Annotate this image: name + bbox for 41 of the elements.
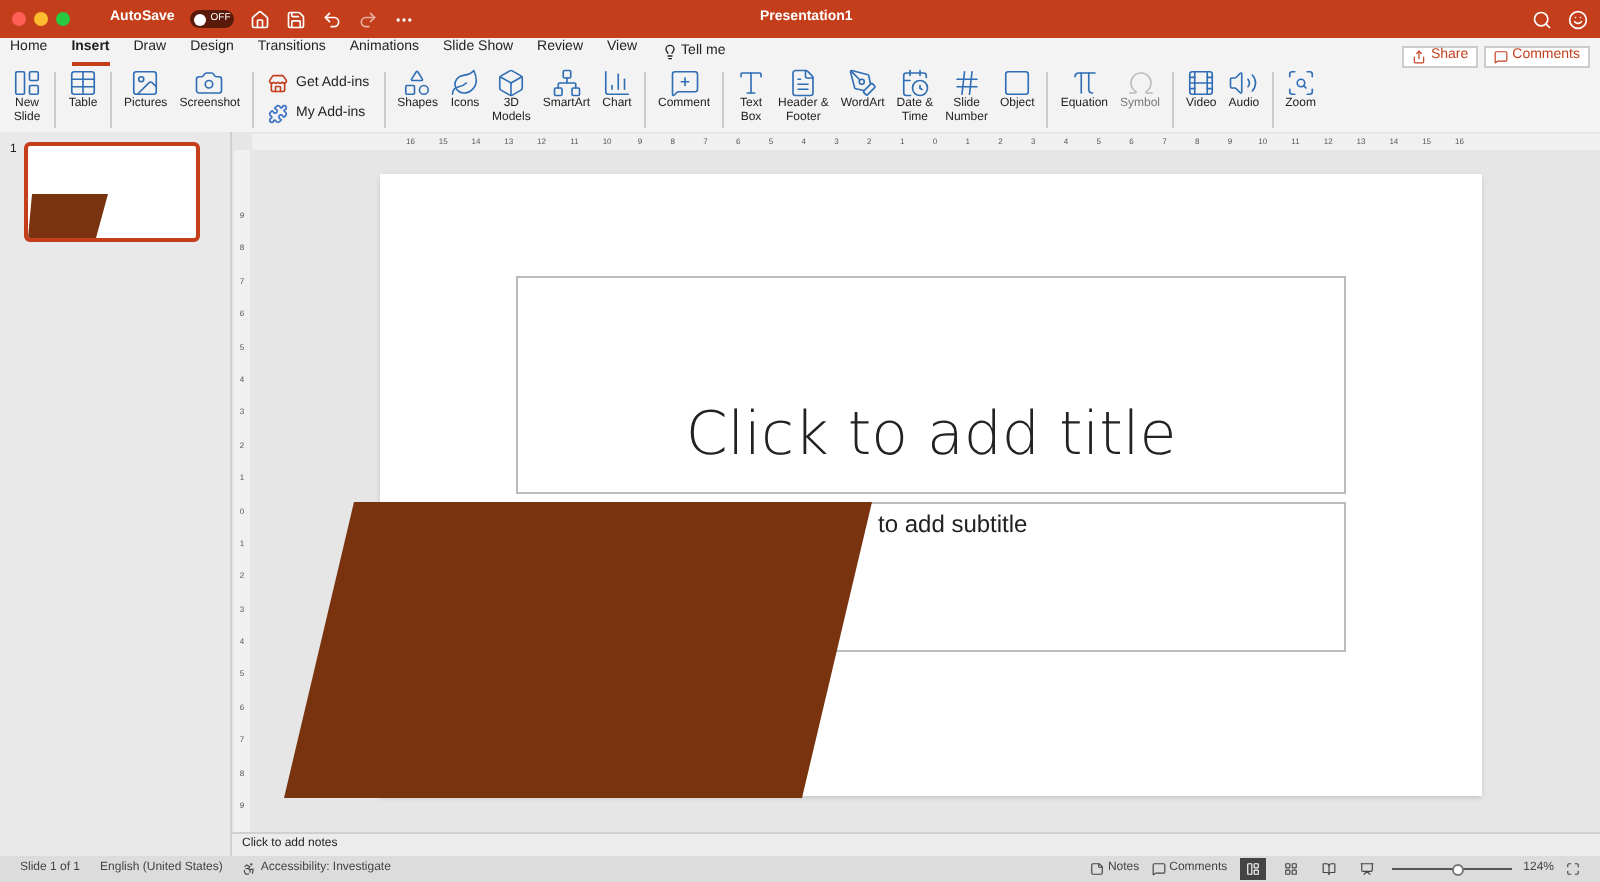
view-button[interactable] xyxy=(1239,858,1266,880)
fit-icon[interactable] xyxy=(1566,862,1580,876)
undo-icon[interactable] xyxy=(322,9,343,29)
home-icon[interactable] xyxy=(250,9,271,29)
slide-thumbnail[interactable] xyxy=(24,142,201,242)
normal-view-icon xyxy=(1245,862,1260,876)
parallelogram-shape[interactable] xyxy=(284,502,874,798)
zoom-thumb[interactable] xyxy=(1451,863,1464,875)
pictures-icon xyxy=(130,67,161,97)
sorter-view-icon xyxy=(1283,862,1298,876)
table-icon xyxy=(68,67,98,97)
accessibility-icon xyxy=(242,862,257,876)
screenshot-icon xyxy=(194,67,225,97)
shapes-icon xyxy=(402,67,433,97)
symbol-icon xyxy=(1125,67,1155,97)
comment-icon xyxy=(1494,49,1509,63)
reading-view-icon xyxy=(1321,862,1336,876)
comment-icon xyxy=(669,67,699,97)
smiley-icon[interactable] xyxy=(1568,9,1588,29)
puzzle-icon xyxy=(268,103,289,124)
notes-icon xyxy=(1089,862,1104,876)
redo-icon[interactable] xyxy=(358,9,379,29)
textbox-icon xyxy=(736,67,767,97)
subtitle-text: to add subtitle xyxy=(878,508,1028,542)
minimize-window-button[interactable] xyxy=(34,12,48,26)
zoom-slider[interactable] xyxy=(1391,863,1512,875)
parallelogram-icon xyxy=(28,194,109,238)
lightbulb-icon xyxy=(661,44,678,60)
chart-icon xyxy=(602,67,632,97)
zoom-icon xyxy=(1285,67,1316,97)
video-icon xyxy=(1186,67,1217,97)
comment-icon xyxy=(1151,862,1166,876)
audio-icon xyxy=(1228,67,1259,97)
title-placeholder[interactable]: Click to add title xyxy=(516,276,1346,494)
store-icon xyxy=(268,74,289,95)
show-view-icon xyxy=(1359,862,1374,876)
search-icon[interactable] xyxy=(1532,9,1552,29)
share-icon xyxy=(1412,49,1427,63)
datetime-icon xyxy=(899,67,930,97)
save-icon[interactable] xyxy=(286,9,307,29)
equation-icon xyxy=(1069,67,1100,97)
